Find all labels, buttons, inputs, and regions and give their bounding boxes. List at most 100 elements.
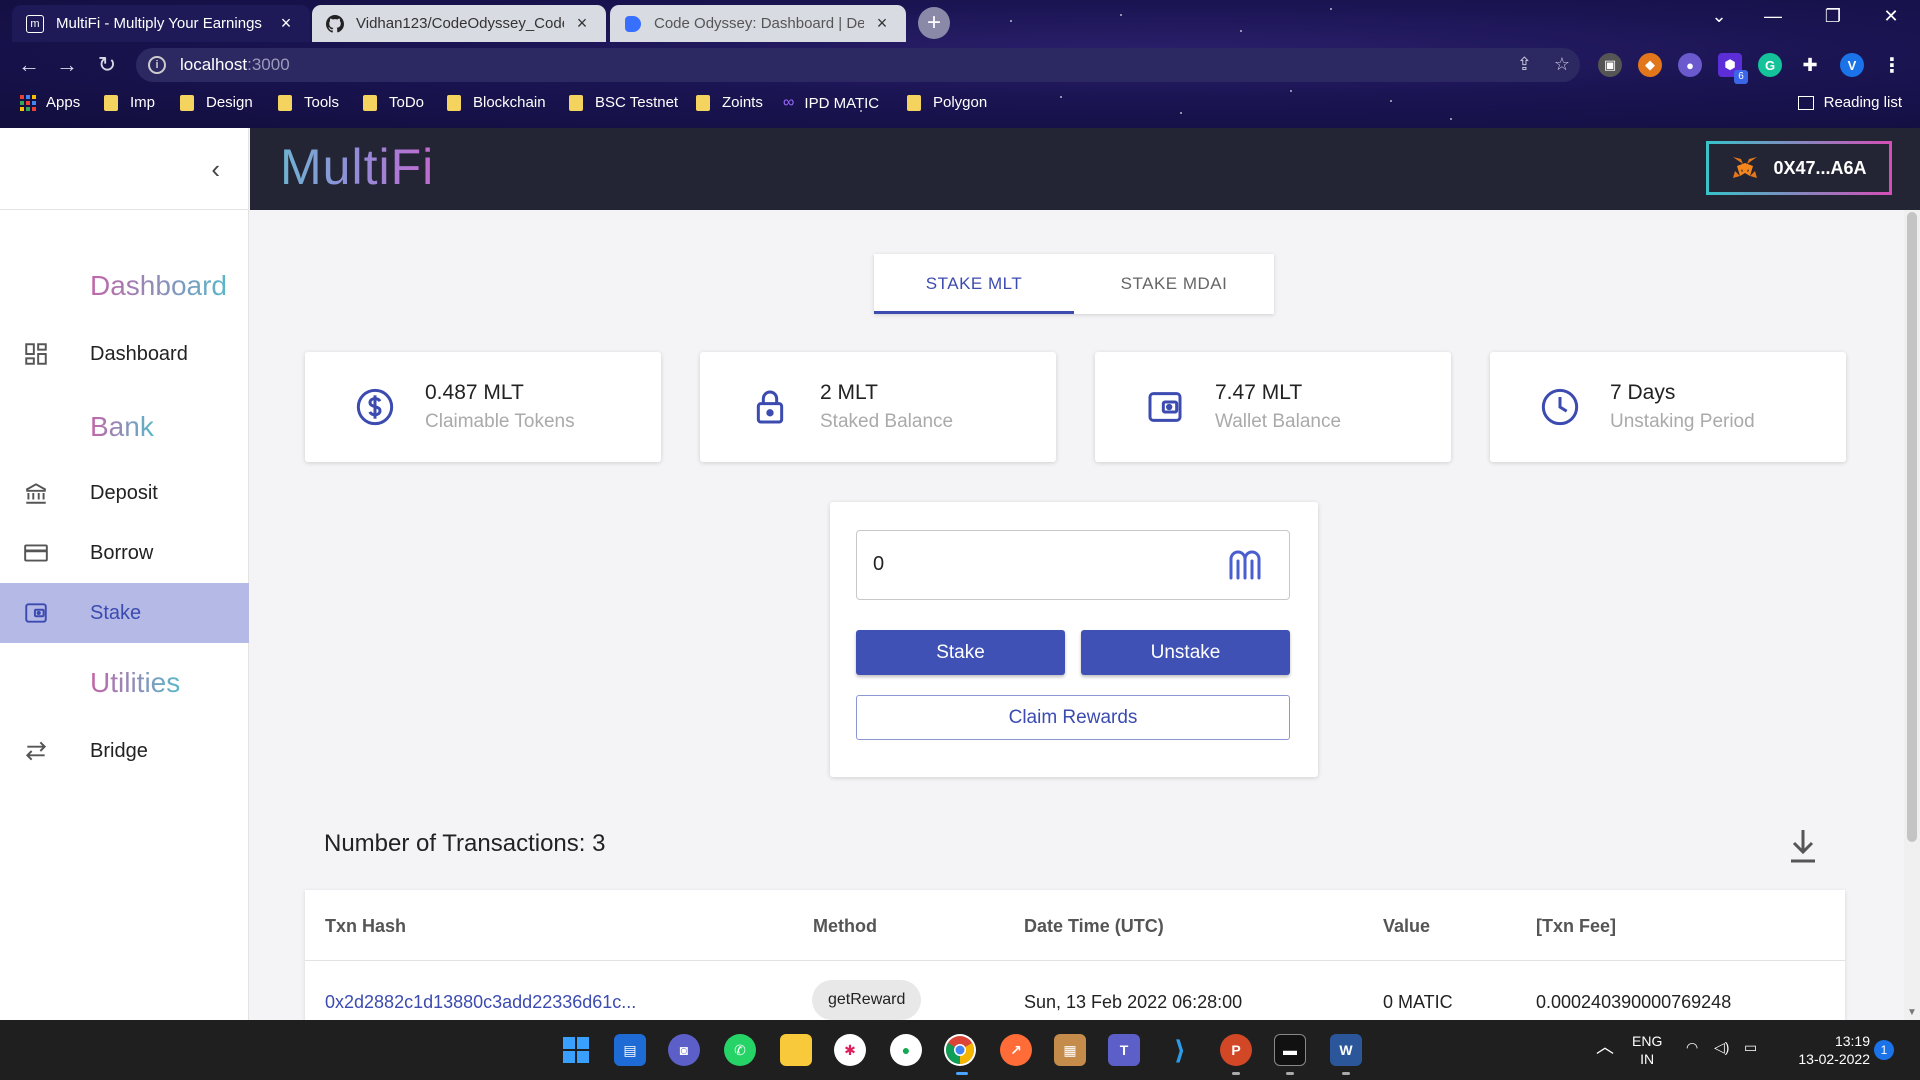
devfolio-icon <box>624 15 642 33</box>
teams-icon[interactable]: T <box>1108 1034 1140 1066</box>
slack-icon[interactable]: ✱ <box>834 1034 866 1066</box>
txn-fee: 0.000240390000769248 <box>1536 992 1732 1012</box>
forward-icon[interactable]: → <box>52 52 82 78</box>
minimize-icon[interactable]: — <box>1758 6 1788 27</box>
tab-search-icon[interactable]: ⌄ <box>1704 6 1734 27</box>
discord-extension-icon[interactable]: ● <box>1678 53 1702 77</box>
sidebar: ‹ Dashboard Dashboard Bank Deposit Borro… <box>0 128 249 1020</box>
download-icon[interactable] <box>1786 826 1820 866</box>
widgets-icon[interactable]: ▤ <box>614 1034 646 1066</box>
reload-icon[interactable]: ↻ <box>92 52 122 78</box>
page-scrollbar[interactable]: ▼ <box>1904 210 1920 1020</box>
metamask-extension-icon[interactable]: ◆ <box>1638 53 1662 77</box>
bookmark-todo[interactable]: ToDo <box>363 94 424 111</box>
chrome-icon[interactable] <box>944 1034 976 1066</box>
chat-icon[interactable]: ◙ <box>668 1034 700 1066</box>
sidebar-item-bridge[interactable]: Bridge <box>0 721 249 781</box>
close-tab-icon[interactable]: × <box>572 13 592 34</box>
bookmark-imp[interactable]: Imp <box>104 94 155 111</box>
tab-stake-mdai[interactable]: STAKE MDAI <box>1074 254 1274 314</box>
wifi-icon[interactable]: ◠ <box>1686 1038 1698 1056</box>
txn-hash-link[interactable]: 0x2d2882c1d13880c3add22336d61c... <box>325 992 636 1013</box>
bookmark-apps[interactable]: Apps <box>20 94 80 111</box>
notification-badge[interactable]: 1 <box>1874 1040 1894 1060</box>
sidebar-item-borrow[interactable]: Borrow <box>0 523 249 583</box>
site-info-icon[interactable]: i <box>148 56 166 74</box>
grammarly-extension-icon[interactable]: G <box>1758 53 1782 77</box>
wallet-connect-button[interactable]: 0X47...A6A <box>1706 141 1892 195</box>
scrollbar-thumb[interactable] <box>1907 212 1917 842</box>
sidebar-item-label: Borrow <box>90 541 154 564</box>
bookmark-bsc-testnet[interactable]: BSC Testnet <box>569 94 678 111</box>
clock-date[interactable]: 13:19 13-02-2022 <box>1782 1032 1870 1068</box>
browser-tab-github[interactable]: Vidhan123/CodeOdyssey_CodeX × <box>312 5 606 42</box>
lock-icon <box>756 390 784 424</box>
postman-icon[interactable]: ↗ <box>1000 1034 1032 1066</box>
windows-start-icon[interactable] <box>560 1034 592 1066</box>
sidebar-collapse-row: ‹ <box>0 128 248 210</box>
credit-card-icon <box>16 540 56 566</box>
whatsapp-icon[interactable]: ✆ <box>724 1034 756 1066</box>
sidebar-item-dashboard[interactable]: Dashboard <box>0 324 249 384</box>
bookmark-ipd-matic[interactable]: ∞ IPD MATIC <box>783 94 879 112</box>
unstake-button[interactable]: Unstake <box>1081 630 1290 675</box>
column-header[interactable]: [Txn Fee] <box>1536 916 1616 937</box>
back-icon[interactable]: ← <box>14 52 44 78</box>
profile-avatar[interactable]: V <box>1840 53 1864 77</box>
stake-button[interactable]: Stake <box>856 630 1065 675</box>
terminal-icon[interactable]: ▬ <box>1274 1034 1306 1066</box>
powerpoint-icon[interactable]: P <box>1220 1034 1252 1066</box>
tab-strip: m MultiFi - Multiply Your Earnings × Vid… <box>0 0 1920 42</box>
stat-label: Wallet Balance <box>1215 411 1342 432</box>
stat-label: Claimable Tokens <box>425 411 575 432</box>
new-tab-button[interactable]: + <box>918 7 950 39</box>
browser-tab-devfolio[interactable]: Code Odyssey: Dashboard | Devf × <box>610 5 906 42</box>
multifi-favicon-icon: m <box>26 14 44 33</box>
tab-title: MultiFi - Multiply Your Earnings <box>56 15 262 32</box>
running-app-indicator <box>1286 1072 1294 1075</box>
share-icon[interactable]: ⇪ <box>1517 54 1532 75</box>
close-tab-icon[interactable]: × <box>276 13 296 34</box>
wallet-icon <box>1148 392 1182 422</box>
tray-overflow-chevron-icon[interactable]: ︿ <box>1596 1038 1614 1056</box>
app-logo[interactable]: MultiFi <box>280 138 434 196</box>
word-icon[interactable]: W <box>1330 1034 1362 1066</box>
reading-list-button[interactable]: Reading list <box>1797 94 1902 111</box>
battery-icon[interactable]: ▭ <box>1744 1038 1757 1056</box>
address-bar[interactable]: i localhost :3000 ⇪ ☆ <box>136 48 1580 82</box>
stat-value: 2 MLT <box>820 381 878 404</box>
volume-icon[interactable]: ◁) <box>1714 1038 1729 1056</box>
column-header[interactable]: Method <box>813 916 877 937</box>
tab-stake-mlt[interactable]: STAKE MLT <box>874 254 1074 314</box>
bookmark-zoints[interactable]: Zoints <box>696 94 763 111</box>
vscode-icon[interactable]: ⟩ <box>1164 1034 1196 1066</box>
mongodb-icon[interactable]: ● <box>890 1034 922 1066</box>
bookmark-polygon[interactable]: Polygon <box>907 94 987 111</box>
claim-rewards-button[interactable]: Claim Rewards <box>856 695 1290 740</box>
dashboard-icon <box>16 341 56 367</box>
close-tab-icon[interactable]: × <box>872 13 892 34</box>
sidebar-item-deposit[interactable]: Deposit <box>0 463 249 523</box>
sidebar-item-stake[interactable]: Stake <box>0 583 249 643</box>
stat-label: Staked Balance <box>820 411 954 432</box>
chevron-left-icon[interactable]: ‹ <box>211 154 220 185</box>
stat-label: Unstaking Period <box>1610 411 1755 432</box>
language-indicator[interactable]: ENG IN <box>1632 1032 1662 1068</box>
camera-extension-icon[interactable]: ▣ <box>1598 53 1622 77</box>
extensions-puzzle-icon[interactable]: ✚ <box>1798 53 1822 77</box>
column-header[interactable]: Value <box>1383 916 1430 937</box>
bookmark-tools[interactable]: Tools <box>278 94 339 111</box>
column-header[interactable]: Date Time (UTC) <box>1024 916 1164 937</box>
file-explorer-icon[interactable] <box>780 1034 812 1066</box>
package-icon[interactable]: ▦ <box>1054 1034 1086 1066</box>
bookmark-design[interactable]: Design <box>180 94 253 111</box>
menu-kebab-icon[interactable]: ⋮ <box>1880 53 1904 77</box>
scroll-down-arrow-icon[interactable]: ▼ <box>1907 1007 1917 1018</box>
column-header[interactable]: Txn Hash <box>325 916 406 937</box>
close-window-icon[interactable]: ✕ <box>1876 6 1906 27</box>
restore-icon[interactable]: ❐ <box>1818 6 1848 27</box>
amount-input[interactable] <box>873 531 1213 597</box>
browser-tab-multifi[interactable]: m MultiFi - Multiply Your Earnings × <box>12 5 310 42</box>
bookmark-blockchain[interactable]: Blockchain <box>447 94 546 111</box>
bookmark-star-icon[interactable]: ☆ <box>1554 54 1570 75</box>
